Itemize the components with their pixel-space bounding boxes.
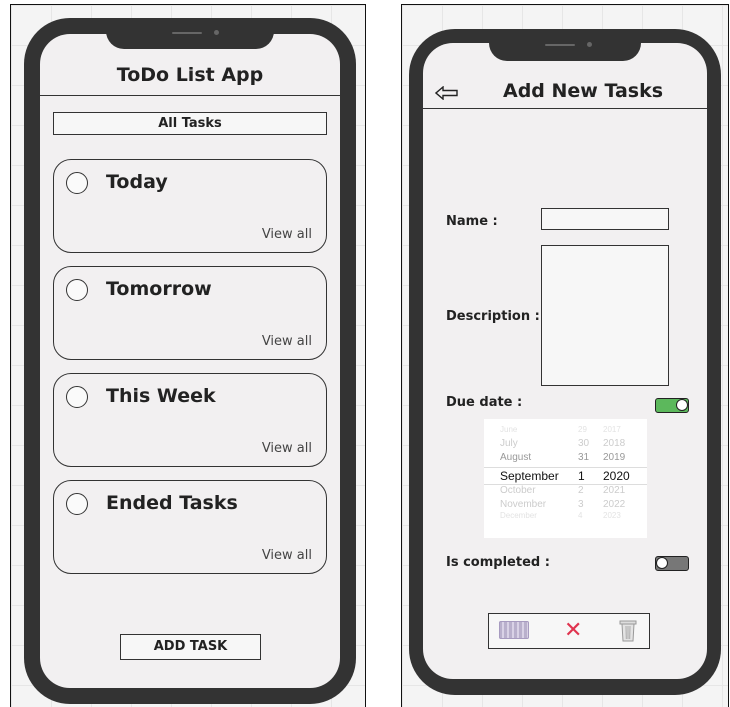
radio-icon[interactable] — [66, 386, 88, 408]
view-all-link[interactable]: View all — [262, 441, 312, 456]
card-title: Ended Tasks — [106, 492, 238, 514]
task-card-this-week[interactable]: This Week View all — [53, 373, 327, 467]
picker-month: September — [500, 469, 559, 483]
picker-day: 3 — [578, 499, 584, 510]
picker-month: October — [500, 485, 536, 496]
picker-month: June — [500, 425, 518, 434]
task-card-tomorrow[interactable]: Tomorrow View all — [53, 266, 327, 360]
phone-frame-right: Add New Tasks Name : Description : Due d… — [409, 29, 721, 695]
phone-screen-right: Add New Tasks Name : Description : Due d… — [423, 43, 707, 679]
radio-icon[interactable] — [66, 172, 88, 194]
toggle-knob — [656, 557, 668, 569]
camera-icon — [587, 42, 592, 47]
speaker-icon — [545, 44, 575, 46]
picker-year: 2019 — [603, 452, 626, 463]
view-all-link[interactable]: View all — [262, 334, 312, 349]
picker-month: August — [500, 452, 532, 463]
card-title: Tomorrow — [106, 278, 212, 300]
picker-year: 2020 — [603, 469, 630, 483]
picker-day: 2 — [578, 485, 584, 496]
due-date-toggle[interactable] — [655, 398, 689, 413]
picker-month: July — [500, 438, 518, 449]
radio-icon[interactable] — [66, 279, 88, 301]
title-divider — [423, 108, 707, 109]
task-card-ended[interactable]: Ended Tasks View all — [53, 480, 327, 574]
description-label: Description : — [446, 309, 540, 324]
view-all-link[interactable]: View all — [262, 227, 312, 242]
name-label: Name : — [446, 214, 498, 229]
back-arrow-icon[interactable] — [435, 86, 459, 100]
picker-year: 2023 — [603, 511, 621, 520]
picker-day: 30 — [578, 438, 590, 449]
picker-year: 2017 — [603, 425, 621, 434]
radio-icon[interactable] — [66, 493, 88, 515]
screen-title: Add New Tasks — [503, 80, 664, 102]
is-completed-toggle[interactable] — [655, 556, 689, 571]
is-completed-label: Is completed : — [446, 555, 550, 570]
card-title: Today — [106, 171, 168, 193]
picker-row-selected[interactable]: September 1 2020 — [484, 467, 647, 485]
name-input[interactable] — [541, 208, 669, 230]
picker-row[interactable]: December 4 2023 — [484, 511, 647, 525]
speaker-icon — [172, 32, 202, 34]
date-picker[interactable]: June 29 2017 July 30 2018 August 31 2019… — [484, 419, 647, 538]
picker-month: December — [500, 511, 537, 520]
close-icon[interactable]: ✕ — [564, 620, 582, 642]
picker-year: 2018 — [603, 438, 626, 449]
trash-icon[interactable] — [619, 620, 637, 642]
left-canvas: ToDo List App All Tasks Today View all T… — [10, 4, 366, 707]
picker-row[interactable]: July 30 2018 — [484, 438, 647, 452]
title-divider — [40, 95, 340, 96]
due-date-label: Due date : — [446, 395, 523, 410]
picker-month: November — [500, 499, 547, 510]
keyboard-icon[interactable] — [499, 621, 529, 639]
right-canvas: Add New Tasks Name : Description : Due d… — [401, 4, 729, 707]
camera-icon — [214, 30, 219, 35]
phone-notch — [489, 29, 641, 61]
toggle-knob — [676, 399, 688, 411]
picker-day: 4 — [578, 511, 583, 520]
description-input[interactable] — [541, 245, 669, 386]
picker-year: 2021 — [603, 485, 626, 496]
task-card-today[interactable]: Today View all — [53, 159, 327, 253]
add-task-button[interactable]: ADD TASK — [120, 634, 261, 660]
picker-row[interactable]: August 31 2019 — [484, 452, 647, 466]
card-title: This Week — [106, 385, 216, 407]
view-all-link[interactable]: View all — [262, 548, 312, 563]
action-bar: ✕ — [488, 613, 650, 649]
phone-screen-left: ToDo List App All Tasks Today View all T… — [40, 34, 340, 688]
picker-day: 31 — [578, 452, 590, 463]
picker-day: 29 — [578, 425, 587, 434]
picker-day: 1 — [578, 469, 585, 483]
picker-row[interactable]: October 2 2021 — [484, 485, 647, 499]
phone-frame-left: ToDo List App All Tasks Today View all T… — [24, 18, 356, 704]
all-tasks-button[interactable]: All Tasks — [53, 112, 327, 135]
app-title: ToDo List App — [116, 64, 264, 86]
picker-row[interactable]: June 29 2017 — [484, 425, 647, 439]
phone-notch — [106, 18, 274, 49]
picker-year: 2022 — [603, 499, 626, 510]
